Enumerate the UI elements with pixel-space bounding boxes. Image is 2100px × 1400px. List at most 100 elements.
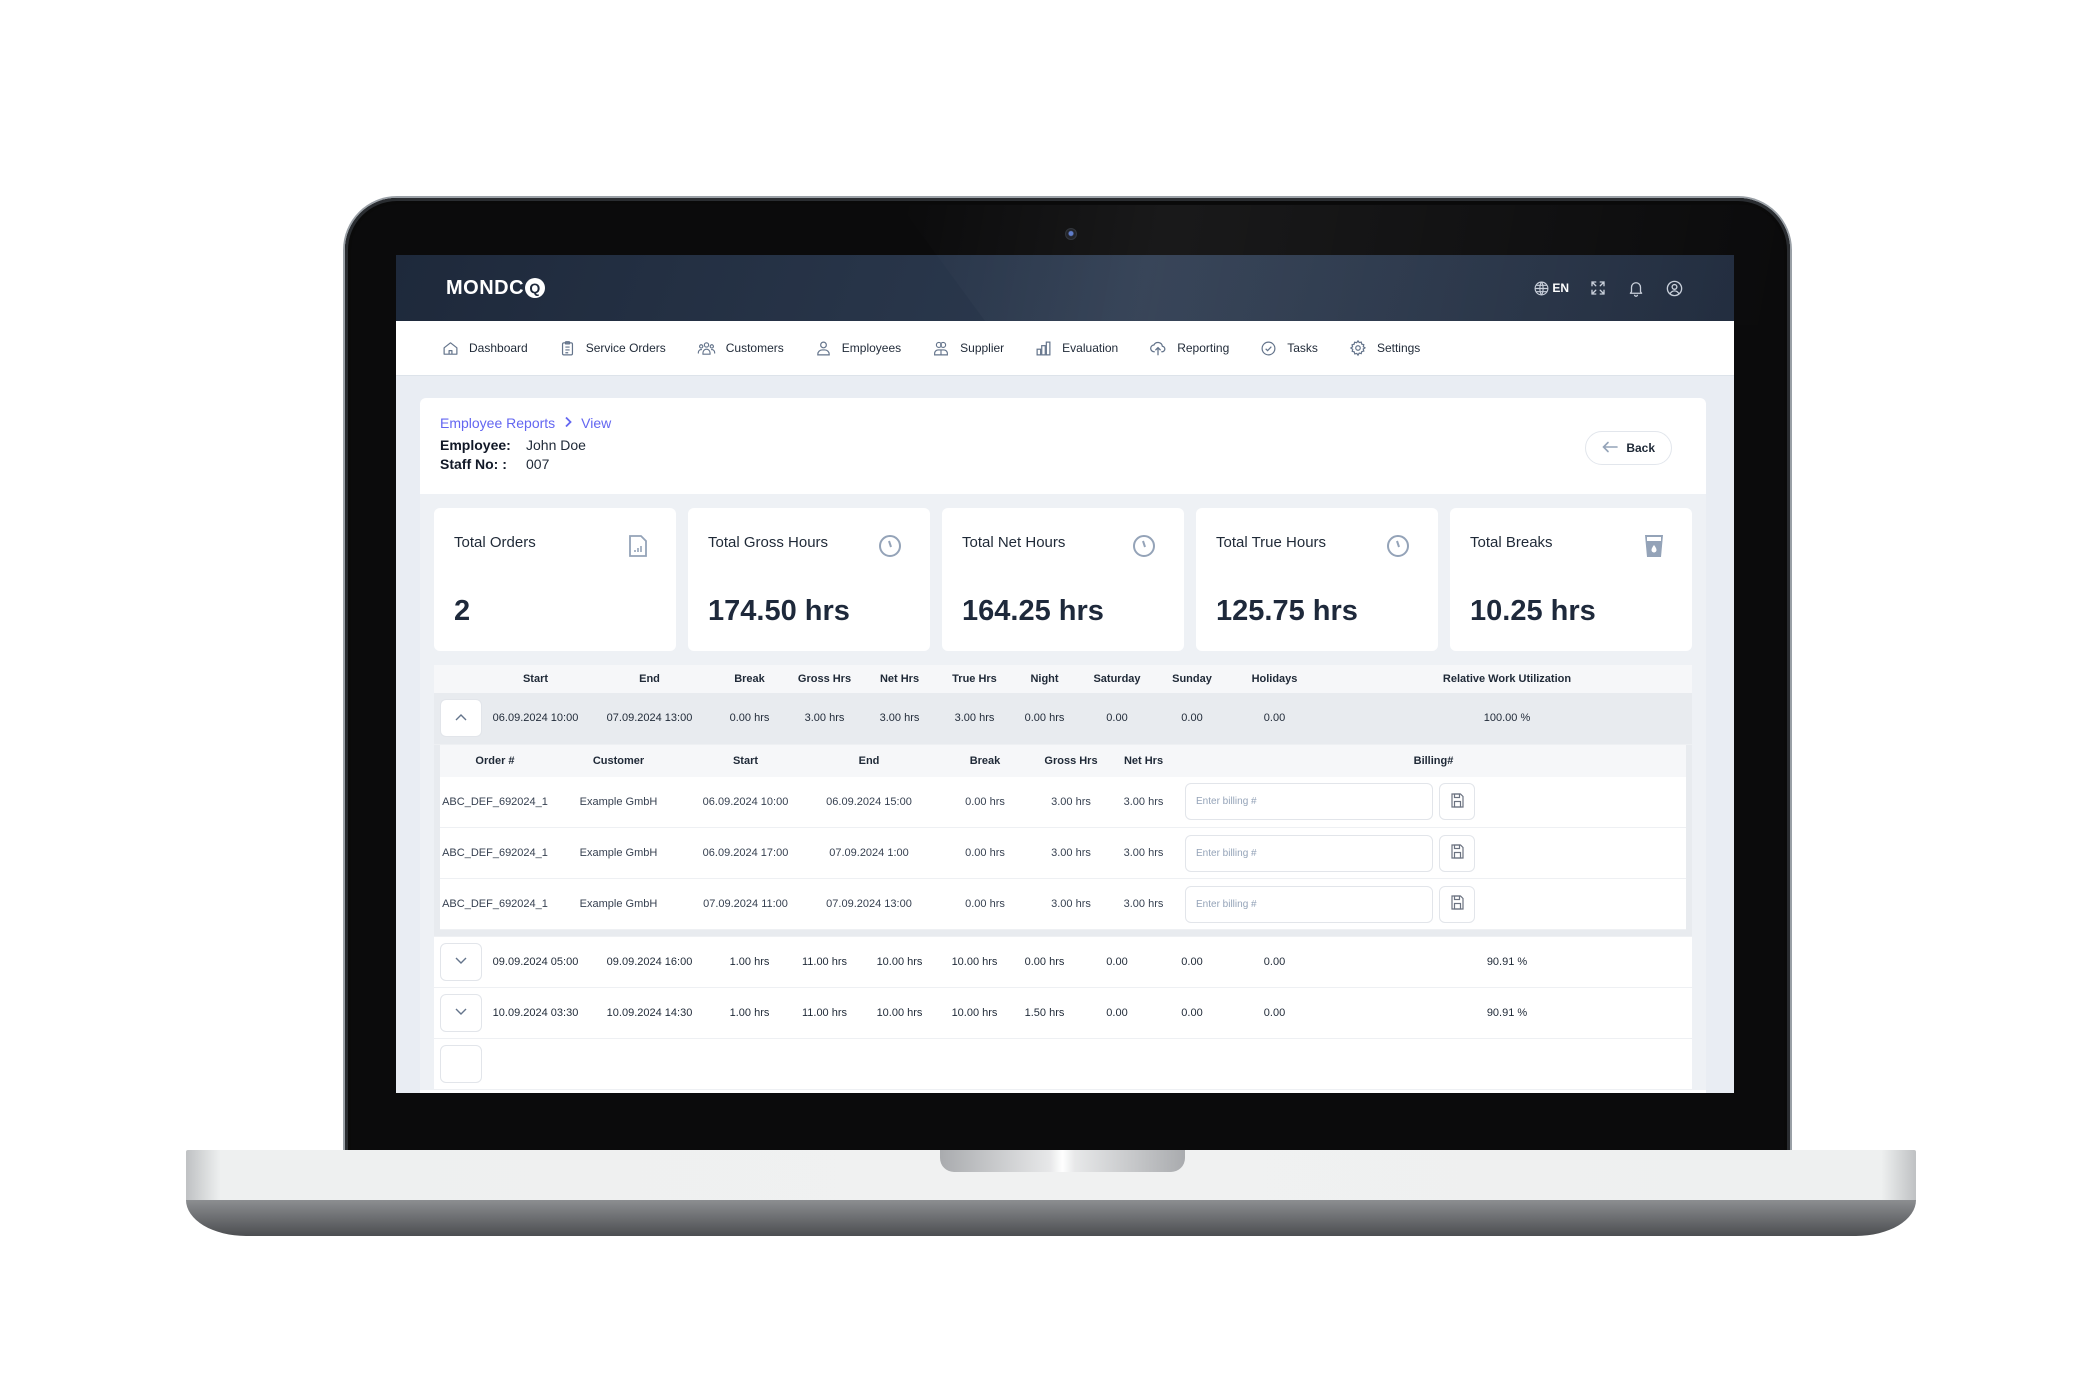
expand-icon[interactable] <box>1589 279 1607 297</box>
expand-row-button[interactable] <box>440 994 482 1032</box>
gear-icon <box>1349 339 1367 357</box>
clock-icon <box>1386 534 1410 563</box>
staff-label: Staff No: : <box>440 456 507 472</box>
toggle-cell <box>434 936 484 988</box>
cell-break: 0.00 hrs <box>934 878 1036 930</box>
save-billing-button[interactable] <box>1439 885 1475 923</box>
billing-input[interactable] <box>1185 834 1433 872</box>
bar-chart-icon <box>1035 340 1052 357</box>
cell-net-hrs: 3.00 hrs <box>1106 878 1181 930</box>
col-holidays[interactable]: Holidays <box>1227 665 1322 693</box>
cell-customer: Example GmbH <box>550 878 687 930</box>
app-screen: MONDC Q EN Dashboard Service Orders Cust… <box>396 255 1734 1093</box>
row-overflow <box>484 1038 1692 1090</box>
nav-dashboard[interactable]: Dashboard <box>442 340 528 357</box>
employee-label: Employee: <box>440 437 511 453</box>
breadcrumb-view[interactable]: View <box>581 415 611 431</box>
cell-sunday: 0.00 <box>1157 693 1227 745</box>
chevron-up-icon <box>455 712 467 724</box>
nav-evaluation[interactable]: Evaluation <box>1035 340 1118 357</box>
breadcrumb: Employee Reports View <box>440 415 1686 431</box>
supplier-icon <box>932 340 950 357</box>
order-row: ABC_DEF_692024_1 Example GmbH 07.09.2024… <box>440 878 1686 930</box>
collapse-row-button[interactable] <box>440 699 482 738</box>
cell-break: 1.00 hrs <box>712 987 787 1039</box>
nav-tasks[interactable]: Tasks <box>1260 340 1318 357</box>
breadcrumb-employee-reports[interactable]: Employee Reports <box>440 415 555 431</box>
save-billing-button[interactable] <box>1439 834 1475 872</box>
table-row[interactable] <box>434 1038 1692 1090</box>
expand-row-button[interactable] <box>440 943 482 981</box>
cell-start: 06.09.2024 10:00 <box>484 693 587 745</box>
user-circle-icon[interactable] <box>1665 279 1684 298</box>
nav-customers[interactable]: Customers <box>697 340 784 357</box>
billing-input[interactable] <box>1185 783 1433 821</box>
col-saturday[interactable]: Saturday <box>1077 665 1157 693</box>
save-icon <box>1450 844 1464 862</box>
stat-value: 10.25 hrs <box>1470 595 1596 627</box>
language-switcher[interactable]: EN <box>1533 280 1569 297</box>
col-start: Start <box>687 744 804 777</box>
cell-billing <box>1181 827 1686 879</box>
table-row[interactable]: 10.09.2024 03:30 10.09.2024 14:30 1.00 h… <box>434 987 1692 1039</box>
cell-saturday: 0.00 <box>1077 936 1157 988</box>
clipboard-icon <box>559 340 576 357</box>
back-button[interactable]: Back <box>1585 431 1672 465</box>
col-billing: Billing# <box>1181 744 1686 777</box>
cell-holidays: 0.00 <box>1227 936 1322 988</box>
cell-true-hrs: 10.00 hrs <box>937 936 1012 988</box>
cell-holidays: 0.00 <box>1227 987 1322 1039</box>
cell-night: 0.00 hrs <box>1012 693 1077 745</box>
user-icon <box>815 340 832 357</box>
cell-end: 07.09.2024 13:00 <box>804 878 934 930</box>
table-row[interactable]: 06.09.2024 10:00 07.09.2024 13:00 0.00 h… <box>434 693 1692 745</box>
employee-info: Employee: John Doe <box>440 437 1686 453</box>
cell-net-hrs: 3.00 hrs <box>1106 776 1181 828</box>
billing-controls <box>1181 783 1686 821</box>
cell-sunday: 0.00 <box>1157 987 1227 1039</box>
chevron-down-icon <box>455 956 467 968</box>
cell-sunday: 0.00 <box>1157 936 1227 988</box>
laptop-hinge-notch <box>940 1150 1185 1172</box>
col-end: End <box>804 744 934 777</box>
cell-utilization: 90.91 % <box>1322 987 1692 1039</box>
report-table-header: Start End Break Gross Hrs Net Hrs True H… <box>434 665 1692 693</box>
stat-total-orders: Total Orders 2 <box>434 508 676 651</box>
billing-input[interactable] <box>1185 885 1433 923</box>
expand-row-button[interactable] <box>440 1045 482 1083</box>
cell-night: 1.50 hrs <box>1012 987 1077 1039</box>
billing-controls <box>1181 885 1686 923</box>
cell-utilization: 90.91 % <box>1322 936 1692 988</box>
home-icon <box>442 340 459 357</box>
col-night[interactable]: Night <box>1012 665 1077 693</box>
save-billing-button[interactable] <box>1439 783 1475 821</box>
page-header: Employee Reports View Employee: John Doe… <box>420 398 1706 494</box>
col-start[interactable]: Start <box>484 665 587 693</box>
cell-net-hrs: 3.00 hrs <box>1106 827 1181 879</box>
order-row: ABC_DEF_692024_1 Example GmbH 06.09.2024… <box>440 827 1686 879</box>
nav-employees[interactable]: Employees <box>815 340 901 357</box>
cell-break: 1.00 hrs <box>712 936 787 988</box>
stat-total-true-hours: Total True Hours 125.75 hrs <box>1196 508 1438 651</box>
document-chart-icon <box>628 534 648 563</box>
nav-service-orders[interactable]: Service Orders <box>559 340 666 357</box>
clock-icon <box>1132 534 1156 563</box>
app-logo[interactable]: MONDC Q <box>446 277 546 300</box>
nav-supplier[interactable]: Supplier <box>932 340 1004 357</box>
bell-icon[interactable] <box>1627 279 1645 297</box>
report-table: Start End Break Gross Hrs Net Hrs True H… <box>434 665 1692 1090</box>
col-gross-hrs[interactable]: Gross Hrs <box>787 665 862 693</box>
col-break[interactable]: Break <box>712 665 787 693</box>
table-row[interactable]: 09.09.2024 05:00 09.09.2024 16:00 1.00 h… <box>434 936 1692 988</box>
col-net-hrs[interactable]: Net Hrs <box>862 665 937 693</box>
col-true-hrs[interactable]: True Hrs <box>937 665 1012 693</box>
chevron-down-icon <box>455 1007 467 1019</box>
nav-settings[interactable]: Settings <box>1349 339 1420 357</box>
users-group-icon <box>697 340 716 357</box>
col-sunday[interactable]: Sunday <box>1157 665 1227 693</box>
stat-title: Total Orders <box>454 534 536 551</box>
nav-reporting[interactable]: Reporting <box>1149 339 1229 357</box>
col-end[interactable]: End <box>587 665 712 693</box>
col-relative-work-utilization[interactable]: Relative Work Utilization <box>1322 665 1692 693</box>
col-customer: Customer <box>550 744 687 777</box>
